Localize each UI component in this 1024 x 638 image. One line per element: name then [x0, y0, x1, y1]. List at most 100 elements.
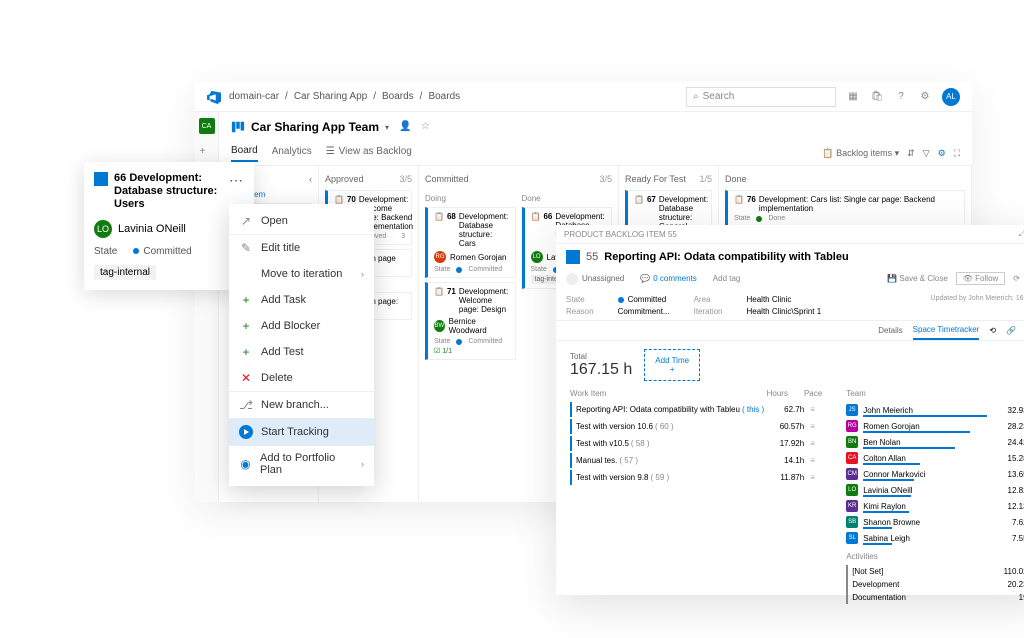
- comments-count[interactable]: 💬0 comments: [640, 274, 697, 283]
- team-row[interactable]: JSJohn Meierich32.93h: [846, 402, 1024, 418]
- funnel-icon[interactable]: ▽: [923, 148, 930, 159]
- menu-move-iteration[interactable]: Move to iteration›: [229, 261, 374, 287]
- more-actions-icon[interactable]: ⋯: [229, 172, 244, 189]
- team-row[interactable]: CAColton Allan15.28h: [846, 450, 1024, 466]
- state-value: Committed: [143, 246, 191, 257]
- assignee-name: Lavinia ONeill: [118, 223, 186, 235]
- settings-icon[interactable]: ⚙: [918, 90, 932, 104]
- team-row[interactable]: KRKimi Raylon12.13h: [846, 498, 1024, 514]
- board-icon: [231, 120, 245, 134]
- tab-board[interactable]: Board: [231, 145, 258, 162]
- column-header: Team: [846, 389, 866, 398]
- history-icon[interactable]: ⟲: [989, 326, 996, 335]
- expand-icon[interactable]: ⤢: [1019, 229, 1024, 239]
- assignee-field[interactable]: Unassigned: [566, 273, 624, 285]
- avatar: LO: [846, 484, 858, 496]
- column-title: Committed: [425, 174, 469, 184]
- menu-add-task[interactable]: +Add Task: [229, 287, 374, 313]
- menu-add-portfolio[interactable]: ◉Add to Portfolio Plan›: [229, 445, 374, 482]
- pace-icon: ≡: [810, 422, 822, 431]
- tab-analytics[interactable]: Analytics: [272, 146, 312, 161]
- team-row[interactable]: RGRomen Gorojan28.23h: [846, 418, 1024, 434]
- board-card[interactable]: 📋76Development: Cars list: Single car pa…: [725, 190, 965, 227]
- menu-start-tracking[interactable]: Start Tracking: [229, 418, 374, 445]
- workitem-title: Development: Database structure: Users: [114, 172, 217, 210]
- pace-icon: ≡: [810, 439, 822, 448]
- workitem-row[interactable]: Test with version 9.8( 59 )11.87h≡: [570, 470, 822, 485]
- add-icon[interactable]: +: [200, 146, 214, 160]
- state-label: State: [94, 246, 117, 257]
- search-input[interactable]: ⌕Search: [686, 87, 836, 107]
- tabs-row: Board Analytics ☰View as Backlog 📋 Backl…: [219, 142, 972, 166]
- tab-timetracker[interactable]: Space Timetracker: [913, 321, 980, 340]
- add-time-button[interactable]: Add Time+: [644, 349, 700, 381]
- team-row[interactable]: SBShanon Browne7.62h: [846, 514, 1024, 530]
- breadcrumb[interactable]: Car Sharing App: [294, 91, 367, 102]
- team-name[interactable]: Car Sharing App Team: [251, 120, 379, 134]
- filter-icon[interactable]: ⇵: [907, 148, 915, 159]
- team-row[interactable]: BNBen Nolan24.42h: [846, 434, 1024, 450]
- link-icon[interactable]: 🔗: [1006, 326, 1016, 335]
- avatar: CA: [846, 452, 858, 464]
- menu-add-test[interactable]: +Add Test: [229, 339, 374, 365]
- activity-row[interactable]: [Not Set]110.02h: [846, 565, 1024, 578]
- column-header: Work Item: [570, 389, 606, 398]
- chevron-down-icon[interactable]: ▾: [385, 123, 389, 132]
- team-row[interactable]: SLSabina Leigh7.55h: [846, 530, 1024, 546]
- team-row[interactable]: CMConnor Markovici13.65h: [846, 466, 1024, 482]
- gear-icon[interactable]: ⚙: [938, 148, 946, 159]
- context-menu: ↗Open ✎Edit title Move to iteration› +Ad…: [229, 204, 374, 486]
- workitem-id: 66: [114, 172, 126, 184]
- workitem-title[interactable]: Reporting API: Odata compatibility with …: [604, 251, 848, 263]
- team-header: Car Sharing App Team ▾ 👤 ☆: [219, 112, 972, 142]
- follow-button[interactable]: 👁 Follow: [956, 272, 1006, 285]
- play-icon: [239, 425, 253, 439]
- azure-devops-icon: [207, 90, 221, 104]
- menu-add-blocker[interactable]: +Add Blocker: [229, 313, 374, 339]
- top-bar: domain-car/ Car Sharing App/ Boards/ Boa…: [195, 82, 972, 112]
- board-card[interactable]: 📋71Development: Welcome page: Design BWB…: [425, 282, 516, 360]
- menu-open[interactable]: ↗Open: [229, 208, 374, 234]
- avatar: BN: [846, 436, 858, 448]
- refresh-icon[interactable]: ⟳: [1013, 274, 1020, 283]
- project-icon[interactable]: CA: [199, 118, 215, 134]
- tag[interactable]: tag-internal: [94, 265, 156, 280]
- grid-icon[interactable]: ▦: [846, 90, 860, 104]
- menu-delete[interactable]: ✕Delete: [229, 365, 374, 391]
- breadcrumb[interactable]: Boards: [382, 91, 414, 102]
- avatar: JS: [846, 404, 858, 416]
- activity-row[interactable]: Documentation19h: [846, 591, 1024, 604]
- add-tag-button[interactable]: Add tag: [713, 274, 741, 283]
- marketplace-icon[interactable]: 🛍: [870, 90, 884, 104]
- total-label: Total: [570, 352, 632, 361]
- workitem-row[interactable]: Reporting API: Odata compatibility with …: [570, 402, 822, 417]
- side-panel: PRODUCT BACKLOG ITEM 55 ⤢ ✕ 55 Reporting…: [556, 225, 1024, 595]
- people-icon[interactable]: 👤: [399, 121, 411, 133]
- avatar: SL: [846, 532, 858, 544]
- breadcrumb[interactable]: Boards: [428, 91, 460, 102]
- star-icon[interactable]: ☆: [421, 121, 433, 133]
- board-card[interactable]: 📋68Development: Database structure: Cars…: [425, 207, 516, 278]
- menu-edit-title[interactable]: ✎Edit title: [229, 234, 374, 261]
- avatar: CM: [846, 468, 858, 480]
- workitem-row[interactable]: Test with v10.5( 58 )17.92h≡: [570, 436, 822, 451]
- help-icon[interactable]: ?: [894, 90, 908, 104]
- avatar: RG: [846, 420, 858, 432]
- activities-header: Activities: [846, 552, 1024, 561]
- team-row[interactable]: LOLavinia ONeill12.82h: [846, 482, 1024, 498]
- workitem-id: 55: [586, 251, 598, 263]
- tab-view-backlog[interactable]: ☰View as Backlog: [326, 146, 412, 161]
- workitem-row[interactable]: Manual tes.( 57 )14.1h≡: [570, 453, 822, 468]
- backlog-items-dropdown[interactable]: 📋 Backlog items ▾: [822, 148, 899, 159]
- avatar[interactable]: AL: [942, 88, 960, 106]
- breadcrumb[interactable]: domain-car: [229, 91, 279, 102]
- avatar: LO: [531, 251, 543, 263]
- save-close-button[interactable]: 💾 Save & Close: [887, 274, 948, 283]
- tab-details[interactable]: Details: [878, 322, 902, 339]
- activity-row[interactable]: Development20.23h: [846, 578, 1024, 591]
- column-title: Ready For Test: [625, 174, 686, 184]
- menu-new-branch[interactable]: ⎇New branch...: [229, 391, 374, 418]
- workitem-row[interactable]: Test with version 10.6( 60 )60.57h≡: [570, 419, 822, 434]
- side-panel-header: PRODUCT BACKLOG ITEM 55 ⤢ ✕: [556, 225, 1024, 244]
- fullscreen-icon[interactable]: ⛶: [954, 148, 960, 159]
